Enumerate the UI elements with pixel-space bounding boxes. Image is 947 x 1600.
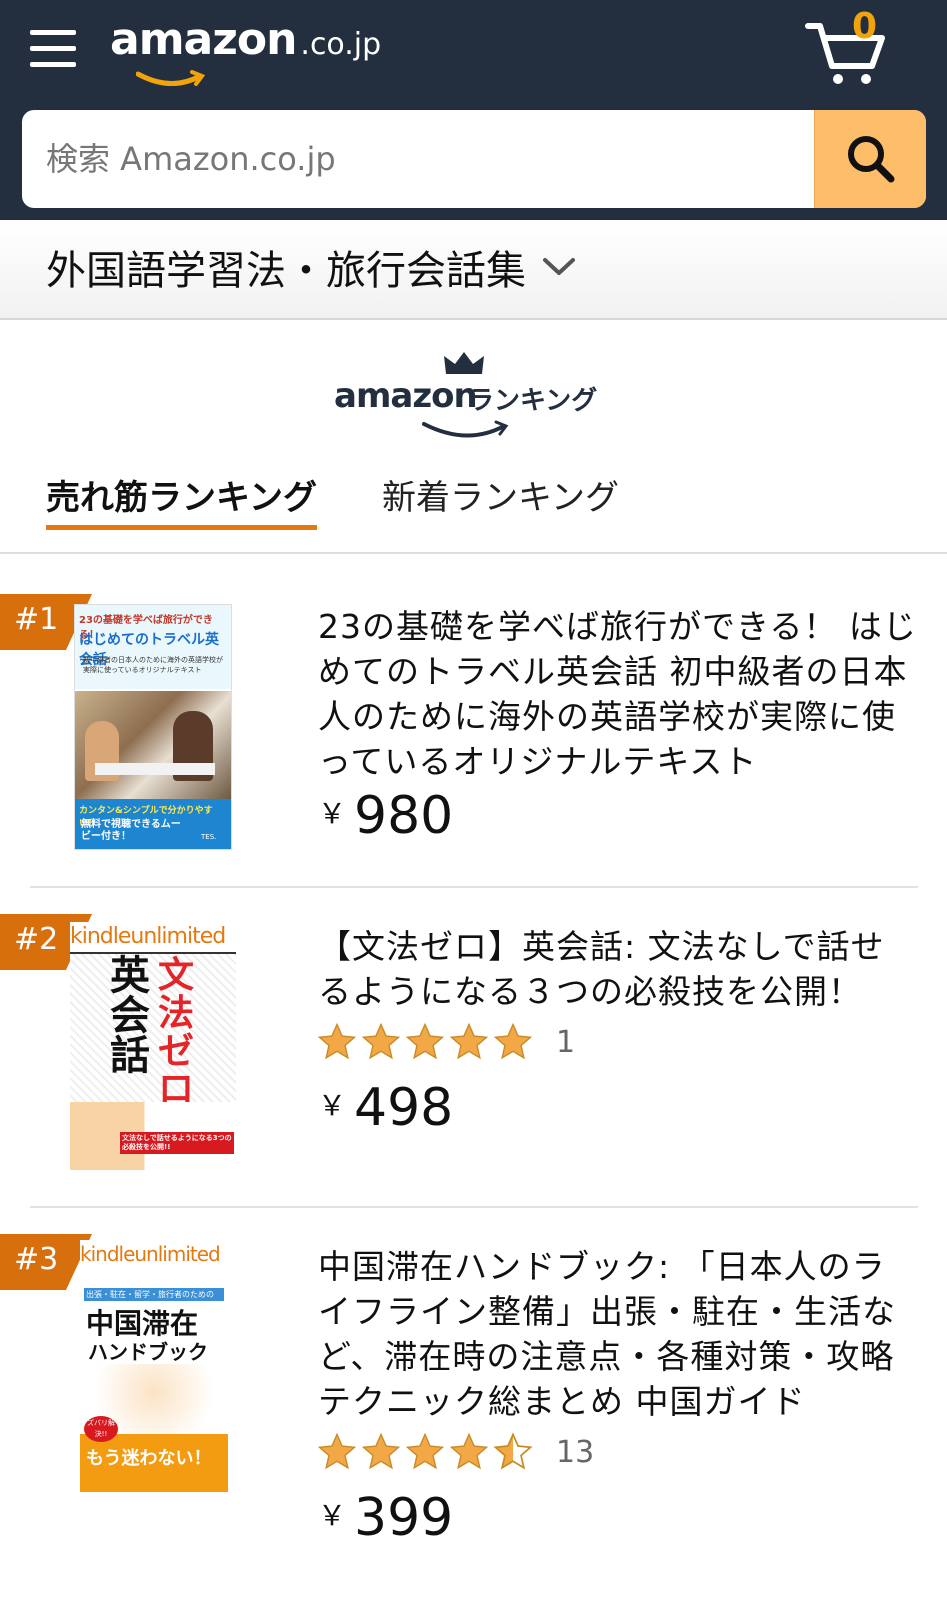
- smile-icon: [136, 70, 206, 87]
- list-item[interactable]: #1 23の基礎を学べば旅行ができる！ はじめてのトラベル英会話 初中級者の日本…: [0, 590, 947, 886]
- chevron-down-icon: [543, 258, 575, 275]
- smile-icon: [422, 420, 509, 438]
- item-title[interactable]: 23の基礎を学べば旅行ができる！ はじめてのトラベル英会話 初中級者の日本人のた…: [318, 604, 918, 784]
- star-full-icon: [317, 1022, 357, 1060]
- star-full-icon: [449, 1432, 489, 1470]
- cover-text: ズバリ解決!!: [84, 1416, 118, 1442]
- book-cover[interactable]: 23の基礎を学べば旅行ができる！ はじめてのトラベル英会話 初中級者の日本人のた…: [74, 604, 232, 850]
- star-rating: 13: [316, 1430, 594, 1474]
- cover-text: TES.: [201, 833, 217, 841]
- item-price: ￥ 399: [318, 1488, 453, 1548]
- star-full-icon: [361, 1022, 401, 1060]
- search-bar: [22, 110, 926, 208]
- star-half-icon: [493, 1432, 533, 1470]
- divider: [0, 552, 947, 554]
- logo-suffix: .co.jp: [300, 27, 382, 62]
- rating-count[interactable]: 13: [556, 1435, 594, 1470]
- rating-count[interactable]: 1: [556, 1025, 575, 1060]
- rank-number: #3: [14, 1242, 59, 1277]
- cover-text: 文法ゼロ: [158, 954, 195, 1110]
- logo-text: amazon: [110, 14, 297, 65]
- cart-button[interactable]: 0: [805, 6, 910, 84]
- search-button[interactable]: [814, 110, 926, 208]
- cover-photo: [75, 691, 231, 799]
- search-icon: [847, 136, 894, 183]
- price-value: 399: [354, 1488, 454, 1548]
- menu-icon[interactable]: [30, 28, 78, 70]
- cover-text: 出張・駐在・留学・旅行者のための: [84, 1288, 224, 1301]
- top-header: amazon .co.jp 0: [0, 0, 947, 220]
- rank-badge: #3: [0, 1234, 92, 1290]
- cover-text: 英会話: [110, 952, 150, 1079]
- star-full-icon: [317, 1432, 357, 1470]
- price-value: 498: [354, 1078, 454, 1138]
- star-full-icon: [493, 1022, 533, 1060]
- tab-new-releases[interactable]: 新着ランキング: [382, 470, 619, 519]
- star-full-icon: [405, 1432, 445, 1470]
- tab-bestseller[interactable]: 売れ筋ランキング: [46, 470, 317, 530]
- search-input[interactable]: [22, 110, 812, 208]
- cover-text: 初中級者の日本人のために海外の英語学校が実際に使っているオリジナルテキスト: [83, 656, 223, 674]
- list-item[interactable]: #2 kindleunlimited 英会話 文法ゼロ 文法なしで話せるようにな…: [0, 908, 947, 1204]
- divider: [30, 886, 918, 888]
- amazon-logo[interactable]: amazon .co.jp: [110, 14, 382, 87]
- cover-text: kindleunlimited: [70, 924, 226, 949]
- star-full-icon: [449, 1022, 489, 1060]
- book-cover[interactable]: kindleunlimited 英会話 文法ゼロ 文法なしで話せるようになる3つ…: [70, 922, 236, 1170]
- item-title[interactable]: 【文法ゼロ】英会話: 文法なしで話せるようになる３つの必殺技を公開！: [318, 924, 918, 1014]
- item-price: ￥ 980: [318, 786, 453, 846]
- cover-text: 文法なしで話せるようになる3つの必殺技を公開!!: [120, 1132, 234, 1154]
- rank-number: #1: [14, 602, 59, 637]
- star-full-icon: [405, 1022, 445, 1060]
- price-symbol: ￥: [318, 1089, 347, 1122]
- ranking-label: ランキング: [468, 386, 598, 416]
- price-symbol: ￥: [318, 797, 347, 830]
- star-full-icon: [361, 1432, 401, 1470]
- divider: [30, 1206, 918, 1208]
- cart-count: 0: [852, 6, 878, 47]
- item-price: ￥ 498: [318, 1078, 453, 1138]
- amazon-ranking-logo: amazon ランキング: [330, 350, 610, 450]
- book-cover[interactable]: kindleunlimited 出張・駐在・留学・旅行者のための 中国滞在 ハン…: [80, 1240, 228, 1492]
- category-selector[interactable]: 外国語学習法・旅行会話集: [0, 220, 947, 320]
- price-symbol: ￥: [318, 1499, 347, 1532]
- rank-number: #2: [14, 922, 59, 957]
- star-rating: 1: [316, 1020, 575, 1064]
- cover-text: ハンドブック: [88, 1340, 208, 1364]
- list-item[interactable]: #3 kindleunlimited 出張・駐在・留学・旅行者のための 中国滞在…: [0, 1228, 947, 1600]
- price-value: 980: [354, 786, 454, 846]
- crown-icon: [444, 352, 484, 374]
- cover-text: kindleunlimited: [80, 1242, 221, 1266]
- cover-text: 無料で視聴できるムービー付き！: [81, 819, 181, 842]
- item-title[interactable]: 中国滞在ハンドブック: 「日本人のライフライン整備」出張・駐在・生活など、滞在時…: [318, 1244, 918, 1424]
- category-label: 外国語学習法・旅行会話集: [46, 248, 526, 294]
- cover-text: もう迷わない！: [86, 1448, 212, 1469]
- ranking-brand: amazon: [334, 376, 478, 416]
